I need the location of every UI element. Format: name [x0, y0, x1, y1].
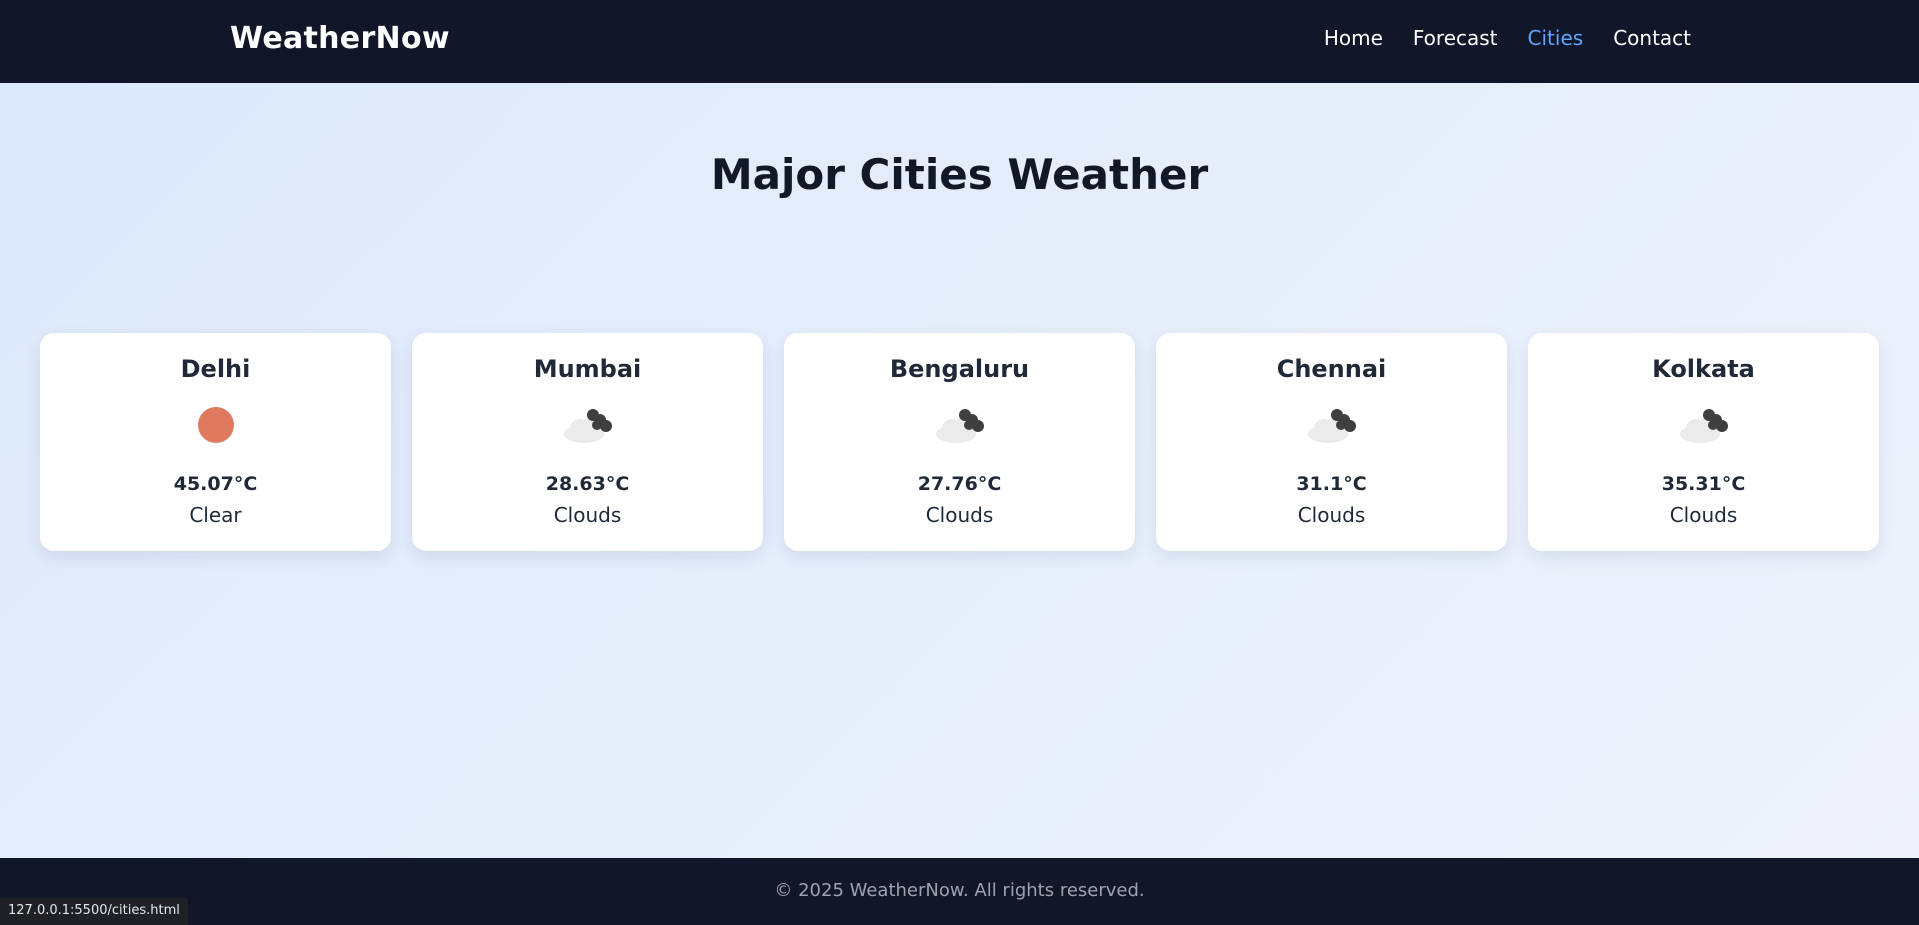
nav-link-home[interactable]: Home — [1324, 26, 1383, 50]
city-condition: Clouds — [1669, 503, 1738, 527]
clouds-icon — [1304, 405, 1360, 445]
city-card-delhi[interactable]: Delhi 45.07°C Clear — [40, 333, 391, 551]
page-title: Major Cities Weather — [710, 150, 1209, 199]
city-temperature: 28.63°C — [545, 473, 630, 495]
city-card-chennai[interactable]: Chennai 31.1°C Clouds — [1156, 333, 1507, 551]
clouds-icon — [560, 405, 616, 445]
city-name: Chennai — [1276, 355, 1387, 383]
site-footer: © 2025 WeatherNow. All rights reserved. — [0, 858, 1919, 925]
city-condition: Clouds — [1297, 503, 1366, 527]
city-cards: Delhi 45.07°C Clear Mumbai 28.63°C Cloud… — [40, 333, 1879, 551]
nav-link-forecast[interactable]: Forecast — [1413, 26, 1498, 50]
city-condition: Clouds — [553, 503, 622, 527]
city-condition: Clouds — [925, 503, 994, 527]
clouds-icon — [932, 405, 988, 445]
city-card-mumbai[interactable]: Mumbai 28.63°C Clouds — [412, 333, 763, 551]
city-temperature: 35.31°C — [1661, 473, 1746, 495]
copyright-text: © 2025 WeatherNow. All rights reserved. — [774, 880, 1145, 901]
nav-link-cities[interactable]: Cities — [1528, 26, 1584, 50]
city-card-kolkata[interactable]: Kolkata 35.31°C Clouds — [1528, 333, 1879, 551]
city-temperature: 27.76°C — [917, 473, 1002, 495]
sun-icon — [188, 405, 244, 445]
city-temperature: 45.07°C — [173, 473, 258, 495]
nav-link-contact[interactable]: Contact — [1613, 26, 1691, 50]
city-temperature: 31.1°C — [1296, 473, 1367, 495]
city-name: Bengaluru — [889, 355, 1030, 383]
status-bar-url: 127.0.0.1:5500/cities.html — [0, 898, 188, 925]
city-name: Mumbai — [533, 355, 642, 383]
clouds-icon — [1676, 405, 1732, 445]
site-logo[interactable]: WeatherNow — [230, 21, 450, 56]
top-navbar: WeatherNow Home Forecast Cities Contact — [0, 0, 1919, 83]
city-name: Delhi — [180, 355, 251, 383]
city-name: Kolkata — [1652, 355, 1755, 383]
city-condition: Clear — [189, 503, 242, 527]
main-nav: Home Forecast Cities Contact — [1324, 26, 1691, 50]
city-card-bengaluru[interactable]: Bengaluru 27.76°C Clouds — [784, 333, 1135, 551]
